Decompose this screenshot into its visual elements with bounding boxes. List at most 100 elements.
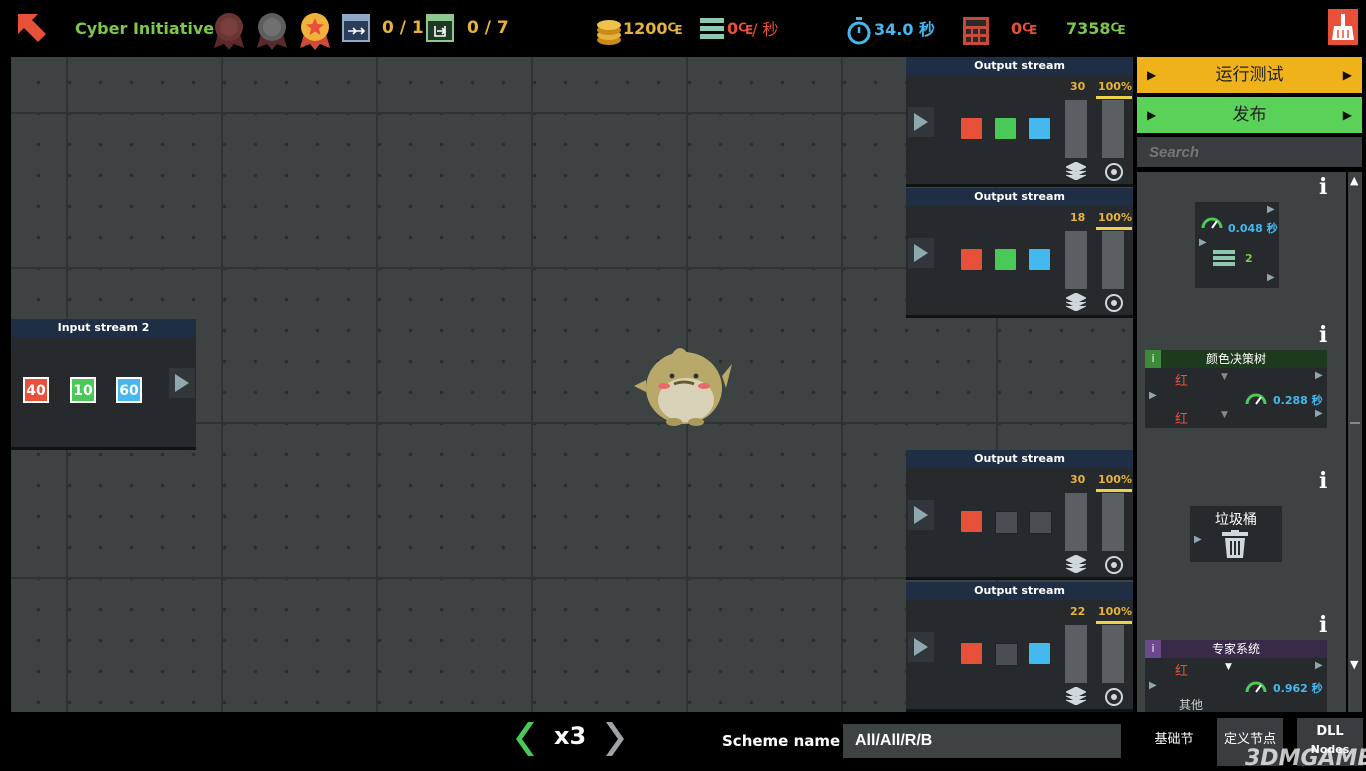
mascot-character-icon bbox=[634, 348, 732, 426]
green-square bbox=[995, 249, 1016, 270]
scroll-thumb[interactable] bbox=[1350, 422, 1360, 424]
dropdown-icon[interactable]: ▼ bbox=[1225, 662, 1232, 672]
clean-broom-button[interactable] bbox=[1328, 9, 1358, 45]
count-gauge bbox=[1065, 493, 1087, 551]
green-square bbox=[995, 118, 1016, 139]
info-icon[interactable]: i bbox=[1319, 468, 1327, 494]
rate-unit: / 秒 bbox=[752, 20, 779, 39]
chevron-left-icon[interactable] bbox=[516, 720, 536, 758]
option-red[interactable]: 红 bbox=[1175, 408, 1188, 427]
blue-square bbox=[1029, 249, 1050, 270]
info-icon[interactable]: i bbox=[1319, 612, 1327, 638]
output-stream-title: Output stream bbox=[906, 582, 1133, 600]
input-counter: 0 / 1 bbox=[382, 18, 424, 38]
option-red[interactable]: 红 bbox=[1175, 370, 1188, 389]
percent-bar bbox=[1096, 489, 1132, 492]
output-stream-title: Output stream bbox=[906, 57, 1133, 75]
output-play-button[interactable] bbox=[908, 238, 934, 268]
scroll-up-icon[interactable]: ▲ bbox=[1350, 174, 1358, 187]
arrow-right-icon: ▶ bbox=[1342, 108, 1352, 122]
palette-scrollbar[interactable]: ▲ ▼ bbox=[1348, 172, 1362, 712]
play-icon: ▶ bbox=[1315, 408, 1323, 419]
option-other[interactable]: 其他 bbox=[1179, 696, 1203, 712]
output-stream-node[interactable]: Output stream 30 100% bbox=[906, 450, 1133, 580]
empty-square bbox=[995, 643, 1018, 666]
play-icon: ▶ bbox=[1267, 272, 1275, 283]
output-percent: 100% bbox=[1098, 605, 1132, 618]
input-value-green: 10 bbox=[70, 377, 96, 403]
scheme-name-input[interactable] bbox=[843, 724, 1121, 758]
chevron-right-icon[interactable] bbox=[604, 720, 624, 758]
output-play-button[interactable] bbox=[908, 632, 934, 662]
level-title: Cyber Initiative bbox=[75, 18, 215, 38]
stack-icon bbox=[1066, 293, 1086, 311]
percent-bar bbox=[1096, 96, 1132, 99]
input-stream-title: Input stream 2 bbox=[11, 319, 196, 337]
dropdown-icon[interactable]: ▼ bbox=[1221, 410, 1228, 420]
output-count: 30 bbox=[1070, 80, 1086, 93]
output-stream-title: Output stream bbox=[906, 188, 1133, 206]
percent-bar bbox=[1096, 227, 1132, 230]
scroll-down-icon[interactable]: ▼ bbox=[1350, 658, 1358, 671]
cost-value: 0₠ bbox=[1011, 18, 1037, 38]
red-square bbox=[961, 249, 982, 270]
stopwatch-icon bbox=[847, 17, 871, 45]
trash-can-icon bbox=[1222, 530, 1248, 558]
publish-button[interactable]: ▶ 发布 ▶ bbox=[1137, 97, 1362, 133]
rate-value: 0₠ bbox=[727, 18, 753, 38]
input-box-icon bbox=[342, 14, 370, 42]
output-box-icon bbox=[426, 14, 454, 42]
tab-basic-nodes[interactable]: 基础节 bbox=[1137, 718, 1211, 766]
output-count: 30 bbox=[1070, 473, 1086, 486]
gold-medal-icon bbox=[300, 13, 330, 50]
output-play-button[interactable] bbox=[908, 500, 934, 530]
scheme-label: Scheme name : bbox=[722, 732, 852, 750]
target-icon bbox=[1105, 294, 1123, 312]
total-value: 7358₠ bbox=[1066, 18, 1126, 38]
stack-icon bbox=[1066, 555, 1086, 573]
output-stream-title: Output stream bbox=[906, 450, 1133, 468]
output-stream-node[interactable]: Output stream 30 100% bbox=[906, 57, 1133, 187]
play-icon: ▶ bbox=[1194, 534, 1202, 545]
output-percent: 100% bbox=[1098, 211, 1132, 224]
color-decision-tree-node-template[interactable]: i 颜色决策树 红 ▼ 红 ▼ 0.288 秒 ▶ ▶ ▶ bbox=[1145, 350, 1327, 428]
info-icon[interactable]: i bbox=[1319, 174, 1327, 200]
play-icon: ▶ bbox=[1315, 660, 1323, 671]
output-count: 18 bbox=[1070, 211, 1086, 224]
splitter-node-template[interactable]: 0.048 秒 2 ▶ ▶ ▶ bbox=[1195, 202, 1279, 288]
trash-node-template[interactable]: 垃圾桶 ▶ bbox=[1190, 506, 1282, 562]
run-test-button[interactable]: ▶ 运行测试 ▶ bbox=[1137, 57, 1362, 93]
output-stream-node[interactable]: Output stream 18 100% bbox=[906, 188, 1133, 318]
broom-icon bbox=[1332, 14, 1354, 40]
bronze-medal-icon bbox=[214, 13, 244, 50]
red-square bbox=[961, 118, 982, 139]
red-square bbox=[961, 511, 982, 532]
percent-bar bbox=[1096, 621, 1132, 624]
arrow-right-icon: ▶ bbox=[1147, 108, 1157, 122]
option-red[interactable]: 红 bbox=[1175, 660, 1188, 679]
search-input[interactable] bbox=[1137, 137, 1362, 167]
info-badge-icon: i bbox=[1145, 350, 1161, 368]
node-count: 2 bbox=[1245, 252, 1253, 265]
input-play-button[interactable] bbox=[169, 368, 195, 398]
expert-system-node-template[interactable]: i 专家系统 红 ▼ 其他 0.962 秒 ▶ ▶ bbox=[1145, 640, 1327, 712]
dropdown-icon[interactable]: ▼ bbox=[1221, 372, 1228, 382]
output-stream-node[interactable]: Output stream 22 100% bbox=[906, 582, 1133, 712]
node-title: 垃圾桶 bbox=[1215, 512, 1257, 528]
play-icon: ▶ bbox=[1149, 680, 1157, 691]
back-arrow-icon[interactable] bbox=[14, 0, 58, 56]
speed-gauge-icon bbox=[1201, 217, 1223, 229]
percent-gauge bbox=[1102, 493, 1124, 551]
node-header: i 专家系统 bbox=[1145, 640, 1327, 658]
info-icon[interactable]: i bbox=[1319, 322, 1327, 348]
output-play-button[interactable] bbox=[908, 107, 934, 137]
red-square bbox=[961, 643, 982, 664]
stack-icon bbox=[1066, 162, 1086, 180]
play-icon: ▶ bbox=[1315, 370, 1323, 381]
bottom-bar: x3 Scheme name : bbox=[0, 712, 1136, 768]
input-value-red: 40 bbox=[23, 377, 49, 403]
output-counter: 0 / 7 bbox=[467, 18, 509, 38]
node-palette[interactable]: i 0.048 秒 2 ▶ ▶ ▶ i i 颜色决策树 红 ▼ 红 ▼ 0.28… bbox=[1137, 172, 1346, 712]
input-stream-node[interactable]: Input stream 2 40 10 60 bbox=[11, 319, 196, 450]
percent-gauge bbox=[1102, 100, 1124, 158]
